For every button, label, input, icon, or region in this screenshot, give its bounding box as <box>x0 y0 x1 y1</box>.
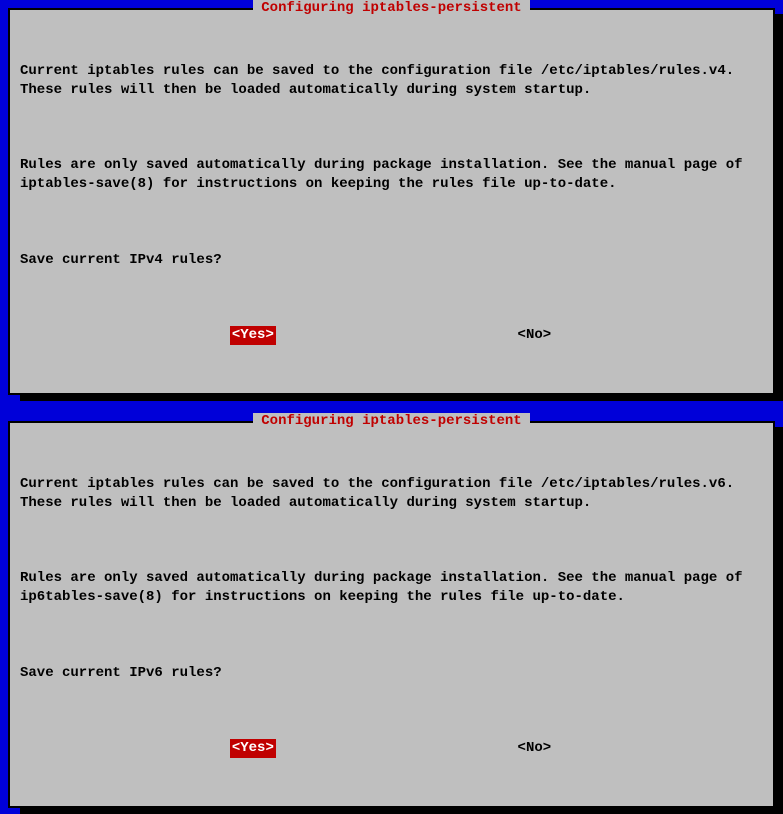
dialog-title: Configuring iptables-persistent <box>253 413 529 429</box>
dialog-paragraph-2: Rules are only saved automatically durin… <box>20 156 763 194</box>
dialog-question: Save current IPv6 rules? <box>20 664 763 683</box>
dialog-ipv4: Configuring iptables-persistent Current … <box>8 8 775 395</box>
yes-button[interactable]: <Yes> <box>230 739 276 758</box>
dialog-question: Save current IPv4 rules? <box>20 251 763 270</box>
no-button[interactable]: <No> <box>516 739 554 758</box>
no-button[interactable]: <No> <box>516 326 554 345</box>
dialog-title: Configuring iptables-persistent <box>253 0 529 16</box>
dialog-paragraph-2: Rules are only saved automatically durin… <box>20 569 763 607</box>
yes-button[interactable]: <Yes> <box>230 326 276 345</box>
dialog-paragraph-1: Current iptables rules can be saved to t… <box>20 475 763 513</box>
dialog-ipv6: Configuring iptables-persistent Current … <box>8 421 775 808</box>
dialog-paragraph-1: Current iptables rules can be saved to t… <box>20 62 763 100</box>
